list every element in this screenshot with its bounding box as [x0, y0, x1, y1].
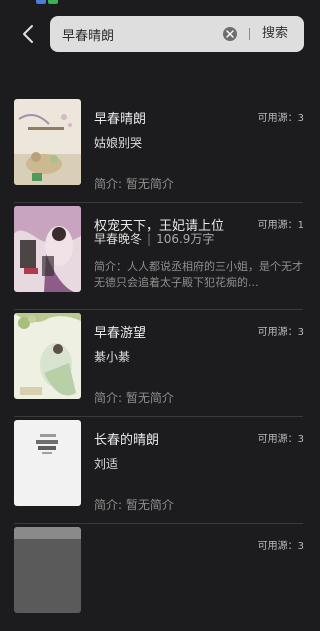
back-button[interactable] [14, 20, 42, 48]
sources-count: 可用源：3 [257, 541, 304, 552]
search-button[interactable]: 搜索 [258, 16, 292, 52]
book-intro: 简介: 暂无简介 [94, 177, 174, 191]
book-row[interactable]: 权宠天下，王妃请上位 可用源：1 早春晚冬 | 106.9万字 简介：人人都说丞相府… [0, 203, 317, 310]
back-arrow-icon [23, 25, 33, 43]
book-intro: 简介: 暂无简介 [94, 391, 174, 405]
book-title: 早春游望 [94, 326, 147, 341]
book-row[interactable]: 可用源：3 [0, 524, 317, 631]
book-cover [14, 206, 81, 292]
book-intro: 简介: 暂无简介 [94, 498, 174, 512]
word-count: 106.9万字 [156, 232, 215, 246]
search-divider [249, 28, 250, 40]
book-title: 长春的晴朗 [94, 433, 160, 448]
book-cover [14, 313, 81, 399]
book-intro: 简介：人人都说丞相府的三小姐，是个无才无德只会追着太子殿下犯花痴的... [94, 260, 303, 289]
sources-count: 可用源：3 [257, 434, 304, 445]
book-cover [14, 420, 81, 506]
book-cover [14, 527, 81, 613]
book-title: 早春晴朗 [94, 112, 147, 127]
app-icon [36, 0, 46, 4]
search-header: 搜索 [0, 12, 317, 56]
book-row[interactable]: 早春游望 可用源：3 綦小綦 简介: 暂无简介 [0, 310, 317, 417]
book-cover [14, 99, 81, 185]
book-row[interactable]: 长春的晴朗 可用源：3 刘适 简介: 暂无简介 [0, 417, 317, 524]
sources-count: 可用源：1 [257, 220, 304, 231]
sources-count: 可用源：3 [257, 113, 304, 124]
clear-search-button[interactable] [223, 27, 237, 41]
sources-count: 可用源：3 [257, 327, 304, 338]
book-author: 綦小綦 [94, 350, 131, 364]
search-input[interactable] [62, 16, 222, 52]
book-author: 早春晚冬 | 106.9万字 [94, 232, 215, 246]
app-icon [48, 0, 58, 4]
status-bar [0, 0, 317, 8]
book-row[interactable]: 早春晴朗 可用源：3 姑娘别哭 简介: 暂无简介 [0, 96, 317, 203]
book-author: 姑娘别哭 [94, 136, 143, 150]
book-author: 刘适 [94, 457, 119, 471]
search-box: 搜索 [50, 16, 304, 52]
close-icon [226, 30, 234, 38]
